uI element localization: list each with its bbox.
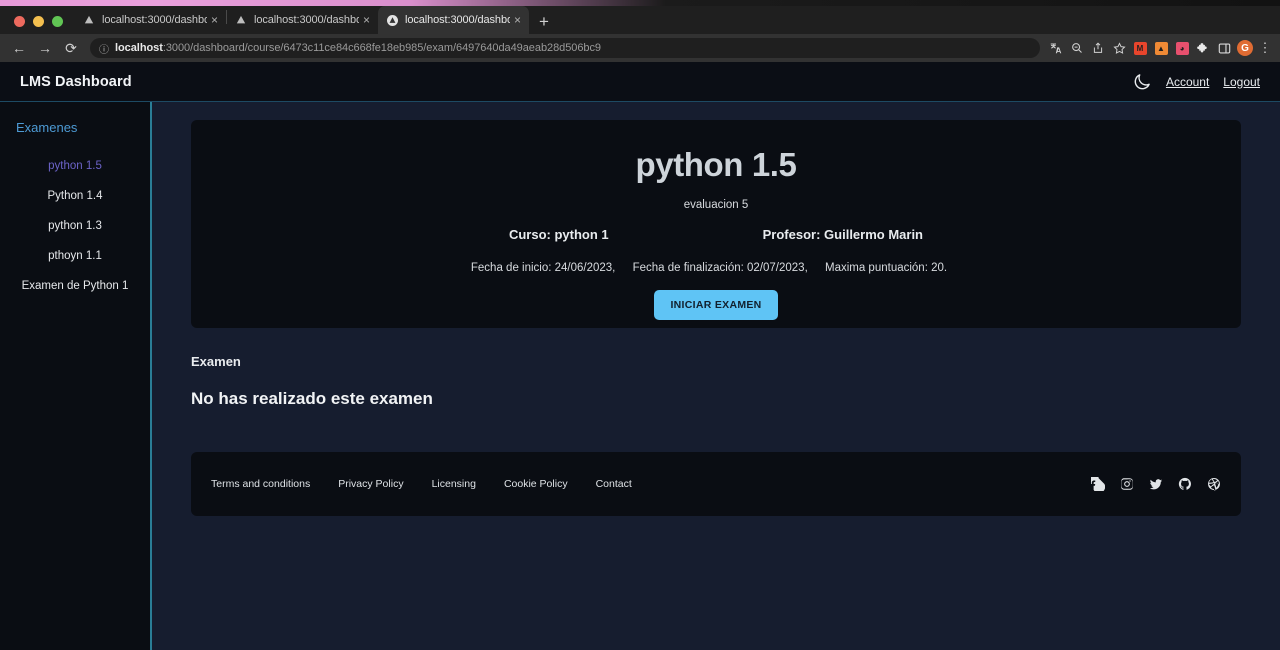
browser-tab-2[interactable]: localhost:3000/dashboard/cou × [227,6,378,34]
url-host: localhost [115,42,163,54]
facebook-icon[interactable] [1091,477,1105,491]
bookmark-star-icon[interactable] [1109,38,1129,58]
lms-app: LMS Dashboard Account Logout Examenes py… [0,62,1280,650]
exam-subtitle: evaluacion 5 [683,199,749,211]
extension-red-icon[interactable]: M [1130,38,1150,58]
site-warning-icon [386,14,398,26]
exam-start-date: Fecha de inicio: 24/06/2023, [470,262,616,274]
exam-meta-row: Curso: python 1 Profesor: Guillermo Mari… [191,227,1241,242]
exam-hero-card: python 1.5 evaluacion 5 Curso: python 1 … [191,120,1241,328]
browser-tab-3-active[interactable]: localhost:3000/dashboard/cou × [378,6,529,34]
app-body: Examenes python 1.5 Python 1.4 python 1.… [0,102,1280,650]
footer-social-links [1091,477,1221,491]
github-icon[interactable] [1178,477,1192,491]
logout-link[interactable]: Logout [1223,75,1260,89]
main-content: python 1.5 evaluacion 5 Curso: python 1 … [152,102,1280,650]
profile-avatar[interactable]: G [1235,38,1255,58]
extension-red-glyph: M [1133,41,1147,55]
minimize-window-button[interactable] [33,16,44,27]
translate-icon[interactable] [1046,38,1066,58]
footer-link-privacy[interactable]: Privacy Policy [338,478,403,490]
tab-strip: localhost:3000/dashboard/cou × localhost… [0,6,1280,34]
browser-chrome: localhost:3000/dashboard/cou × localhost… [0,6,1280,62]
close-tab-button[interactable]: × [514,14,521,26]
address-bar[interactable]: ⓘ localhost:3000/dashboard/course/6473c1… [90,38,1040,58]
profile-initial: G [1237,40,1253,56]
share-icon[interactable] [1088,38,1108,58]
tab-title: localhost:3000/dashboard/cou [405,14,510,26]
maximize-window-button[interactable] [52,16,63,27]
sidebar-item-python-1-3[interactable]: python 1.3 [0,211,150,241]
extension-orange-icon[interactable]: ▲ [1151,38,1171,58]
exam-dates-row: Fecha de inicio: 24/06/2023, Fecha de fi… [191,262,1241,274]
close-window-button[interactable] [14,16,25,27]
new-tab-button[interactable]: + [539,13,549,30]
site-info-icon[interactable]: ⓘ [99,41,109,56]
extension-pink-glyph: ◕ [1175,41,1189,55]
close-tab-button[interactable]: × [211,14,218,26]
exam-section-label: Examen [191,354,241,369]
app-brand-title: LMS Dashboard [20,73,132,90]
exam-status-message: No has realizado este examen [191,389,433,408]
address-bar-url: localhost:3000/dashboard/course/6473c11c… [115,42,601,54]
reload-button[interactable]: ⟳ [58,35,84,61]
browser-toolbar: ← → ⟳ ⓘ localhost:3000/dashboard/course/… [0,34,1280,62]
tab-title: localhost:3000/dashboard/cou [254,14,359,26]
toolbar-icon-group: M ▲ ◕ G ⋮ [1046,38,1274,58]
extension-orange-glyph: ▲ [1154,41,1168,55]
exam-course: Curso: python 1 [508,227,609,242]
zoom-out-icon[interactable] [1067,38,1087,58]
exam-professor: Profesor: Guillermo Marin [762,227,924,242]
exam-end-date: Fecha de finalización: 02/07/2023, [632,262,808,274]
side-panel-icon[interactable] [1214,38,1234,58]
footer-link-cookie[interactable]: Cookie Policy [504,478,568,490]
back-button[interactable]: ← [6,35,32,61]
close-tab-button[interactable]: × [363,14,370,26]
exam-title: python 1.5 [635,146,797,183]
sidebar-item-python-1-4[interactable]: Python 1.4 [0,181,150,211]
window-traffic-lights[interactable] [8,16,75,34]
instagram-icon[interactable] [1120,477,1134,491]
start-exam-button[interactable]: INICIAR EXAMEN [654,290,778,320]
account-link[interactable]: Account [1166,75,1209,89]
browser-tab-1[interactable]: localhost:3000/dashboard/cou × [75,6,226,34]
sidebar-title: Examenes [16,120,78,135]
url-path: :3000/dashboard/course/6473c11ce84c668fe… [162,42,602,54]
forward-button[interactable]: → [32,35,58,61]
page-footer: Terms and conditions Privacy Policy Lice… [191,452,1241,516]
tab-title: localhost:3000/dashboard/cou [102,14,207,26]
footer-link-contact[interactable]: Contact [596,478,632,490]
site-warning-icon [83,14,95,26]
sidebar-item-python-1-5[interactable]: python 1.5 [0,151,150,181]
footer-link-terms[interactable]: Terms and conditions [211,478,310,490]
site-warning-icon [235,14,247,26]
extension-pink-icon[interactable]: ◕ [1172,38,1192,58]
exam-max-score: Maxima puntuación: 20. [824,262,948,274]
sidebar-item-examen-de-python-1[interactable]: Examen de Python 1 [0,271,150,301]
sidebar-item-pthoyn-1-1[interactable]: pthoyn 1.1 [0,241,150,271]
app-header: LMS Dashboard Account Logout [0,62,1280,102]
dribbble-icon[interactable] [1207,477,1221,491]
extension-puzzle-icon[interactable] [1193,38,1213,58]
browser-menu-button[interactable]: ⋮ [1256,41,1274,54]
footer-links: Terms and conditions Privacy Policy Lice… [211,478,632,490]
twitter-icon[interactable] [1149,477,1163,491]
moon-icon[interactable] [1132,72,1152,92]
header-actions: Account Logout [1132,72,1260,92]
footer-link-licensing[interactable]: Licensing [432,478,476,490]
sidebar: Examenes python 1.5 Python 1.4 python 1.… [0,102,152,650]
